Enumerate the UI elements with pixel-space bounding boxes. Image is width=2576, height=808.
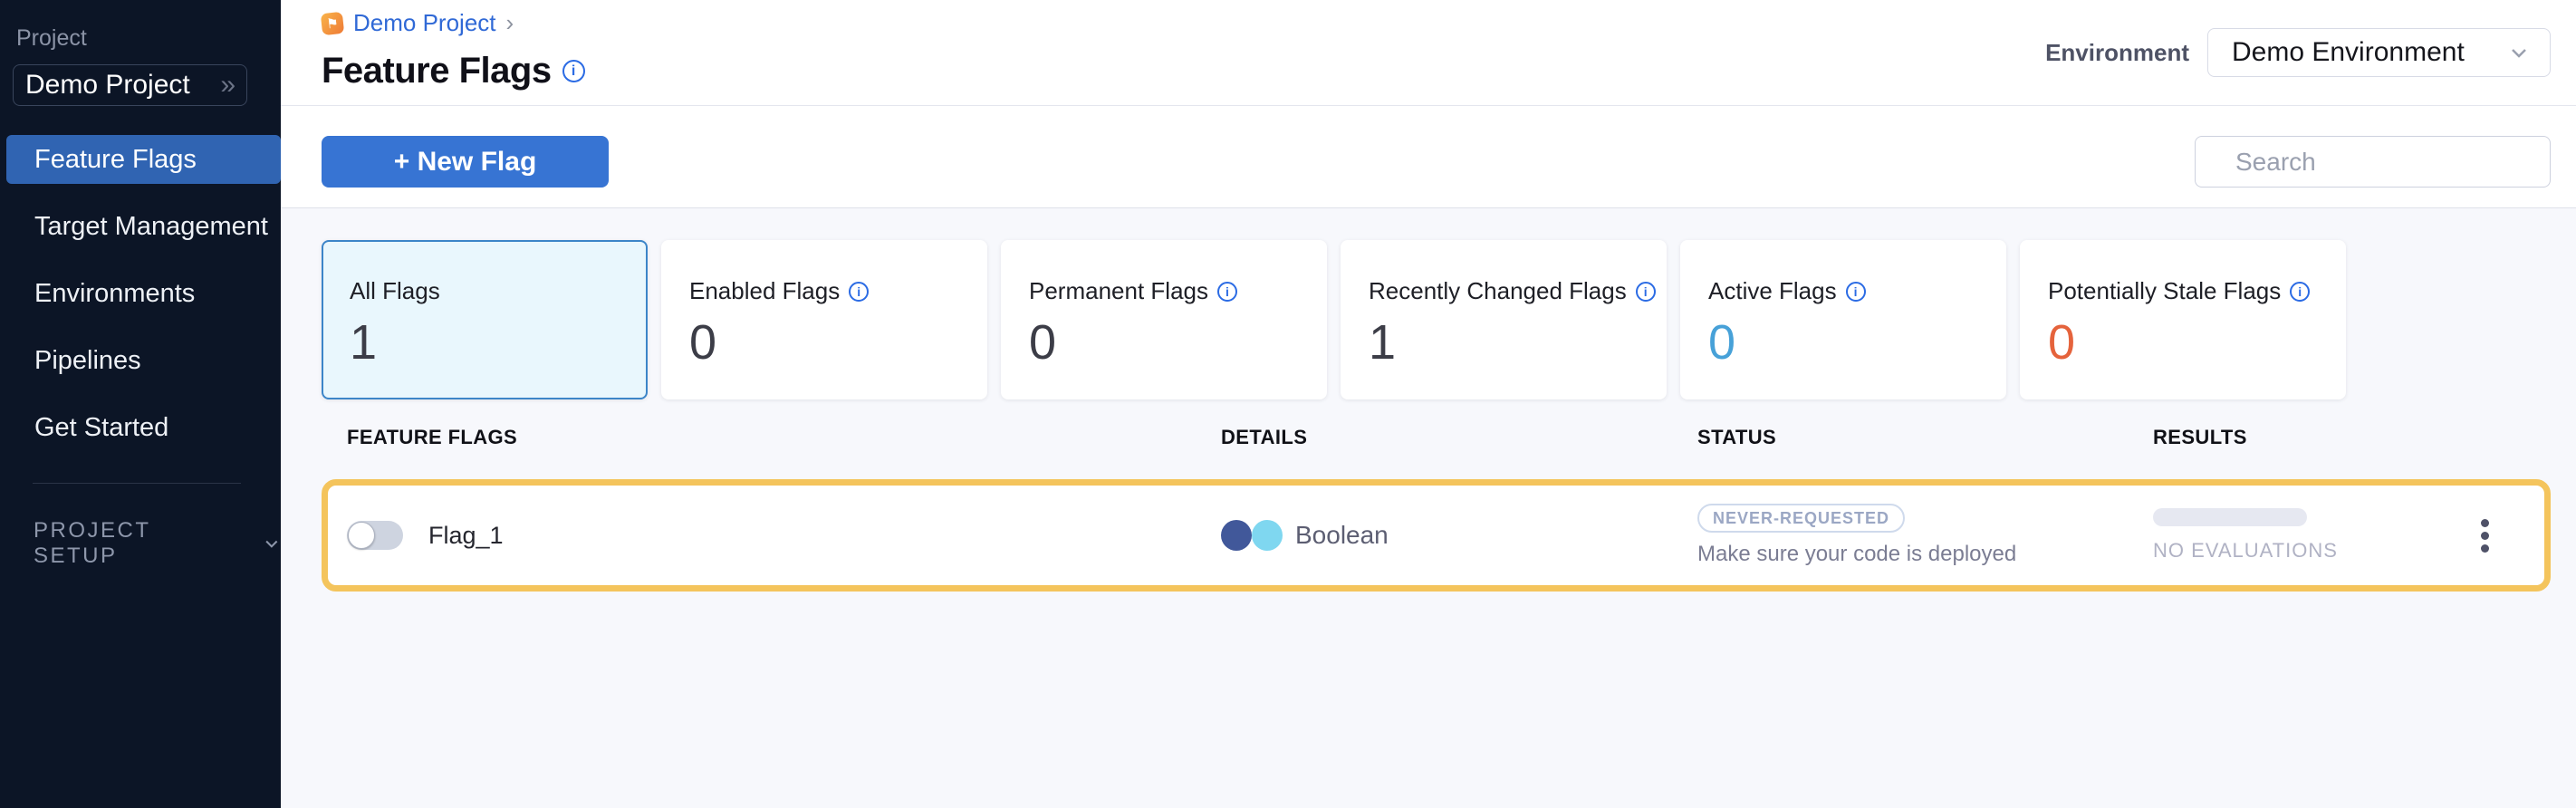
title-info-icon[interactable]: i (562, 60, 585, 82)
new-flag-button[interactable]: + New Flag (322, 136, 609, 188)
environment-select[interactable]: Demo Environment (2207, 28, 2551, 77)
breadcrumb-separator-icon: › (506, 9, 514, 37)
flag-type: Boolean (1295, 521, 1389, 550)
boolean-type-icon (1221, 520, 1252, 551)
project-label: Project (16, 25, 281, 52)
column-header-status: STATUS (1697, 426, 2153, 449)
search-input[interactable] (2235, 148, 2562, 177)
card-label: Permanent Flags (1029, 277, 1208, 305)
flag-toggle[interactable] (347, 521, 403, 550)
chevron-down-icon (2508, 42, 2530, 63)
table-row-flag-1[interactable]: Flag_1 Boolean NEVER-REQUESTED Make sure… (322, 479, 2551, 592)
sidebar-divider (33, 483, 241, 484)
card-label: Active Flags (1708, 277, 1837, 305)
filter-card-active-flags[interactable]: Active Flags i 0 (1680, 240, 2006, 399)
environment-select-value: Demo Environment (2232, 37, 2465, 68)
sidebar-item-label: Target Management (34, 212, 268, 242)
sidebar-item-get-started[interactable]: Get Started (0, 403, 281, 452)
card-label: Potentially Stale Flags (2048, 277, 2281, 305)
boolean-type-icon (1252, 520, 1283, 551)
info-icon[interactable]: i (1636, 282, 1656, 302)
column-header-feature-flags: FEATURE FLAGS (347, 426, 1221, 449)
flag-name[interactable]: Flag_1 (428, 522, 504, 550)
chevron-down-icon (263, 534, 281, 553)
flags-table-header: FEATURE FLAGS DETAILS STATUS RESULTS (322, 421, 2576, 454)
info-icon[interactable]: i (1846, 282, 1866, 302)
card-label: Recently Changed Flags (1369, 277, 1627, 305)
card-value: 1 (350, 318, 646, 367)
toggle-knob (348, 522, 375, 549)
toolbar: + New Flag (281, 106, 2576, 208)
status-hint-text: Make sure your code is deployed (1697, 542, 2016, 567)
card-value: 0 (1708, 318, 2005, 367)
card-value: 0 (689, 318, 986, 367)
sidebar-section-project-setup[interactable]: PROJECT SETUP (34, 518, 281, 569)
info-icon[interactable]: i (1217, 282, 1237, 302)
project-setup-label: PROJECT SETUP (34, 518, 221, 569)
status-badge: NEVER-REQUESTED (1697, 504, 1905, 533)
card-value: 0 (1029, 318, 1326, 367)
breadcrumb: ⚑ Demo Project › (322, 9, 514, 37)
environment-group: Environment Demo Environment (2045, 28, 2551, 77)
results-placeholder-bar (2153, 508, 2307, 526)
filter-card-potentially-stale-flags[interactable]: Potentially Stale Flags i 0 (2020, 240, 2346, 399)
sidebar-item-label: Environments (34, 279, 195, 309)
feature-flags-module-icon: ⚑ (321, 11, 344, 34)
sidebar-expand-icon[interactable]: » (220, 70, 232, 101)
flag-filter-cards: All Flags 1 Enabled Flags i 0 Permanent … (322, 240, 2576, 399)
page-header: ⚑ Demo Project › Feature Flags i Environ… (281, 0, 2576, 106)
project-selector[interactable]: Demo Project » (13, 64, 247, 106)
breadcrumb-project-link[interactable]: Demo Project (353, 9, 496, 37)
filter-card-enabled-flags[interactable]: Enabled Flags i 0 (661, 240, 987, 399)
card-label: All Flags (350, 277, 440, 305)
sidebar-item-target-management[interactable]: Target Management (0, 202, 281, 251)
card-label: Enabled Flags (689, 277, 840, 305)
filter-card-recently-changed-flags[interactable]: Recently Changed Flags i 1 (1341, 240, 1667, 399)
filter-card-all-flags[interactable]: All Flags 1 (322, 240, 648, 399)
info-icon[interactable]: i (2290, 282, 2310, 302)
column-header-results: RESULTS (2153, 426, 2576, 449)
info-icon[interactable]: i (849, 282, 869, 302)
results-text: NO EVALUATIONS (2153, 539, 2338, 563)
column-header-details: DETAILS (1221, 426, 1697, 449)
page-title: Feature Flags (322, 51, 552, 91)
sidebar-item-label: Get Started (34, 413, 168, 443)
content-area: All Flags 1 Enabled Flags i 0 Permanent … (281, 208, 2576, 808)
sidebar-item-pipelines[interactable]: Pipelines (0, 336, 281, 385)
search-box (2195, 136, 2551, 188)
sidebar-item-feature-flags[interactable]: Feature Flags (6, 135, 281, 184)
sidebar-item-label: Feature Flags (34, 145, 197, 175)
sidebar-item-environments[interactable]: Environments (0, 269, 281, 318)
main-area: ⚑ Demo Project › Feature Flags i Environ… (281, 0, 2576, 808)
sidebar-item-label: Pipelines (34, 346, 141, 376)
card-value: 0 (2048, 318, 2345, 367)
row-options-kebab-icon[interactable] (2475, 514, 2494, 558)
environment-label: Environment (2045, 39, 2189, 67)
sidebar-nav: Feature Flags Target Management Environm… (0, 135, 281, 452)
project-selector-value: Demo Project (25, 70, 190, 101)
card-value: 1 (1369, 318, 1666, 367)
sidebar: Project Demo Project » Feature Flags Tar… (0, 0, 281, 808)
filter-card-permanent-flags[interactable]: Permanent Flags i 0 (1001, 240, 1327, 399)
